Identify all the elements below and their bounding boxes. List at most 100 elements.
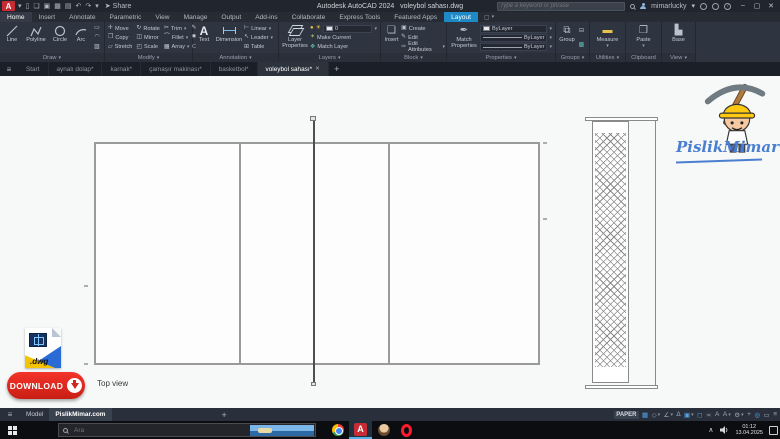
tab-aynali-dolap[interactable]: aynalı dolap* bbox=[49, 62, 103, 76]
signed-in-user[interactable]: mimarlucky bbox=[651, 3, 686, 10]
object-color-dropdown[interactable]: ByLayer bbox=[480, 24, 552, 33]
dimension-button[interactable]: Dimension bbox=[214, 23, 244, 53]
minimize-button[interactable]: – bbox=[736, 2, 750, 10]
customize-status-icon[interactable]: ≡ bbox=[773, 411, 777, 418]
panel-label-draw[interactable]: Draw bbox=[0, 53, 104, 62]
panel-label-annotation[interactable]: Annotation bbox=[193, 53, 278, 62]
chrome-app-button[interactable] bbox=[326, 421, 349, 439]
tab-output[interactable]: Output bbox=[214, 12, 248, 22]
linetype-dropdown[interactable]: ByLayer bbox=[480, 43, 552, 52]
new-layout-button[interactable]: + bbox=[222, 410, 227, 420]
download-button[interactable]: DOWNLOAD bbox=[7, 372, 85, 399]
net-base[interactable] bbox=[585, 385, 658, 389]
tab-layout[interactable]: Layout bbox=[444, 12, 478, 22]
volume-icon[interactable] bbox=[719, 425, 729, 435]
tab-manage[interactable]: Manage bbox=[177, 12, 215, 22]
annotation-scale-icon[interactable]: A bbox=[723, 411, 731, 418]
panel-label-clipboard[interactable]: Clipboard bbox=[626, 53, 661, 62]
taskbar-clock[interactable]: 01:12 13.04.2025 bbox=[735, 424, 763, 436]
net-hatch-pattern[interactable] bbox=[595, 133, 626, 367]
lineweight-dropdown[interactable]: ByLayer bbox=[480, 33, 552, 42]
file-tabs-menu-icon[interactable]: ≡ bbox=[0, 62, 18, 76]
trim-button[interactable]: ✂Trim bbox=[164, 24, 190, 33]
linear-dimension-button[interactable]: ⊢Linear bbox=[244, 24, 273, 33]
plot-icon[interactable]: ▤ bbox=[65, 2, 72, 10]
tab-annotate[interactable]: Annotate bbox=[62, 12, 102, 22]
help-icon[interactable]: ? bbox=[724, 3, 731, 10]
mirror-button[interactable]: ◫Mirror bbox=[136, 33, 160, 42]
new-drawing-button[interactable]: + bbox=[329, 62, 345, 76]
edit-attributes-button[interactable]: ✑Edit Attributes bbox=[401, 43, 445, 52]
maximize-button[interactable]: ▢ bbox=[750, 2, 764, 10]
line-button[interactable]: Line bbox=[1, 23, 23, 53]
circle-button[interactable]: Circle bbox=[49, 23, 71, 53]
tab-basketbol[interactable]: basketbol* bbox=[211, 62, 258, 76]
opera-app-button[interactable] bbox=[395, 421, 418, 439]
clean-screen-icon[interactable]: ▭ bbox=[764, 411, 770, 419]
scale-button[interactable]: ◰Scale bbox=[136, 43, 160, 52]
notification-center-icon[interactable] bbox=[769, 426, 778, 435]
panel-label-view[interactable]: View bbox=[662, 53, 695, 62]
annotation-monitor-icon[interactable]: + bbox=[747, 411, 751, 418]
base-view-button[interactable]: ▙ Base bbox=[668, 23, 690, 53]
menu-caret-icon[interactable]: ▾ bbox=[18, 2, 22, 10]
open-file-icon[interactable]: ❏ bbox=[33, 2, 39, 10]
workspace-switching-icon[interactable]: ⚙ bbox=[734, 411, 743, 419]
text-button[interactable]: Text bbox=[194, 23, 214, 53]
new-file-icon[interactable]: ▯ bbox=[26, 2, 30, 10]
start-button[interactable] bbox=[0, 421, 24, 439]
create-block-button[interactable]: ▣Create bbox=[401, 24, 445, 33]
tab-addins[interactable]: Add-ins bbox=[248, 12, 284, 22]
help-search-input[interactable] bbox=[497, 2, 625, 11]
tab-collaborate[interactable]: Collaborate bbox=[285, 12, 333, 22]
match-properties-button[interactable]: ✒ Match Properties bbox=[448, 23, 480, 53]
taskbar-search-input[interactable] bbox=[72, 426, 222, 435]
ungroup-icon[interactable]: ⊟ bbox=[579, 28, 584, 35]
make-current-button[interactable]: ✦ Make Current bbox=[310, 33, 377, 42]
arc-button[interactable]: Arc bbox=[71, 23, 91, 53]
stretch-button[interactable]: ▱Stretch bbox=[108, 43, 132, 52]
model-tab[interactable]: Model bbox=[20, 408, 49, 421]
annotation-visibility-icon[interactable]: A bbox=[715, 411, 719, 418]
user-avatar-icon[interactable] bbox=[640, 3, 646, 9]
group-edit-icon[interactable]: ▩ bbox=[579, 42, 585, 49]
hatch-icon[interactable]: ▨ bbox=[94, 44, 100, 51]
net-pole-line[interactable] bbox=[655, 121, 657, 385]
share-button[interactable]: ➤ Share bbox=[105, 2, 132, 10]
ellipse-icon[interactable]: ◠ bbox=[94, 34, 99, 41]
drawing-area[interactable]: Top view PislikMimar .dwg bbox=[0, 76, 780, 408]
group-button[interactable]: ⧉ Group bbox=[557, 23, 577, 53]
array-button[interactable]: ▦Array bbox=[164, 43, 190, 52]
layout-tab-pislikmimar[interactable]: PislikMimar.com bbox=[49, 408, 111, 421]
fillet-button[interactable]: ⌒Fillet bbox=[164, 33, 190, 42]
layer-properties-button[interactable]: Layer Properties bbox=[280, 23, 310, 53]
insert-block-button[interactable]: ❏ Insert bbox=[382, 23, 401, 53]
match-layer-button[interactable]: ❖ Match Layer bbox=[310, 43, 377, 52]
measure-button[interactable]: ▬ Measure bbox=[594, 23, 622, 53]
undo-icon[interactable]: ↶ bbox=[76, 2, 82, 10]
app-button-3[interactable] bbox=[372, 421, 395, 439]
close-tab-icon[interactable]: ✕ bbox=[315, 66, 320, 72]
search-highlight-image[interactable] bbox=[250, 425, 314, 436]
user-dropdown-icon[interactable]: ▾ bbox=[691, 2, 695, 10]
tray-expand-icon[interactable]: ∧ bbox=[708, 426, 713, 434]
rotate-button[interactable]: ↻Rotate bbox=[136, 24, 160, 33]
paper-space-toggle[interactable]: PAPER bbox=[614, 411, 638, 419]
panel-label-block[interactable]: Block bbox=[381, 53, 446, 62]
search-icon[interactable] bbox=[630, 4, 635, 9]
redo-icon[interactable]: ↷ bbox=[85, 2, 91, 10]
tab-home[interactable]: Home bbox=[0, 12, 32, 22]
tab-karnak[interactable]: karnak* bbox=[102, 62, 141, 76]
center-line[interactable] bbox=[313, 119, 315, 385]
object-snap-icon[interactable]: ◻ bbox=[697, 411, 702, 419]
tab-featured-apps[interactable]: Featured Apps bbox=[387, 12, 444, 22]
table-button[interactable]: ⊞Table bbox=[244, 43, 273, 52]
tab-view[interactable]: View bbox=[148, 12, 176, 22]
panel-label-groups[interactable]: Groups bbox=[556, 53, 589, 62]
panel-label-modify[interactable]: Modify bbox=[105, 53, 192, 62]
court-outline[interactable] bbox=[94, 142, 540, 365]
save-icon[interactable]: ▣ bbox=[44, 2, 51, 10]
tab-camasir-makinasi[interactable]: çamaşır makinası* bbox=[141, 62, 211, 76]
panel-label-layers[interactable]: Layers bbox=[279, 53, 380, 62]
autocad-app-button[interactable]: A bbox=[349, 421, 372, 439]
